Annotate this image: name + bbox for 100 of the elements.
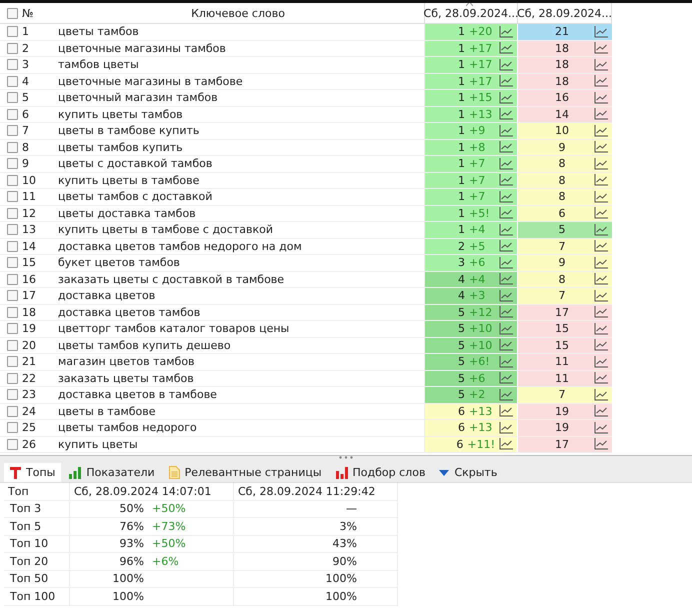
- checkbox[interactable]: [7, 306, 18, 318]
- position-cell: 11: [518, 370, 612, 387]
- checkbox[interactable]: [7, 158, 18, 170]
- column-header: Топ: [4, 483, 70, 500]
- chart-icon[interactable]: [594, 158, 608, 170]
- chart-icon[interactable]: [594, 422, 608, 434]
- position-cell: 5 +6!: [425, 354, 518, 370]
- checkbox[interactable]: [7, 42, 18, 54]
- chart-icon[interactable]: [594, 174, 608, 186]
- column-header[interactable]: Сб, 28.09.2024...: [424, 6, 518, 20]
- chart-icon[interactable]: [499, 190, 513, 203]
- chart-icon[interactable]: [594, 58, 608, 71]
- chart-icon[interactable]: [499, 339, 513, 352]
- chart-icon[interactable]: [499, 92, 513, 104]
- chart-icon[interactable]: [594, 405, 608, 418]
- chart-icon[interactable]: [594, 388, 608, 401]
- column-header[interactable]: Сб, 28.09.2024...: [517, 6, 612, 20]
- tab[interactable]: Релевантные страницы: [162, 463, 328, 482]
- checkbox[interactable]: [7, 142, 18, 153]
- chart-icon[interactable]: [499, 158, 513, 170]
- checkbox[interactable]: [7, 59, 18, 70]
- checkbox[interactable]: [7, 372, 18, 384]
- chart-icon[interactable]: [499, 26, 513, 38]
- checkbox[interactable]: [7, 125, 18, 136]
- keyword-cell: цветы тамбов с доставкой: [58, 190, 212, 204]
- tab[interactable]: Подбор слов: [330, 463, 432, 482]
- chart-icon[interactable]: [594, 108, 608, 120]
- position-cell: 7: [518, 238, 612, 255]
- chart-icon[interactable]: [594, 372, 608, 384]
- chart-icon[interactable]: [499, 273, 513, 286]
- chart-icon[interactable]: [499, 174, 513, 186]
- checkbox[interactable]: [7, 92, 18, 104]
- checkbox[interactable]: [7, 191, 18, 202]
- column-header[interactable]: Ключевое слово: [191, 6, 285, 20]
- chart-icon[interactable]: [499, 290, 513, 302]
- chart-icon[interactable]: [499, 388, 513, 401]
- chart-icon[interactable]: [594, 207, 608, 220]
- chart-icon[interactable]: [594, 190, 608, 203]
- chart-icon[interactable]: [499, 422, 513, 434]
- chart-icon[interactable]: [594, 290, 608, 302]
- chart-icon[interactable]: [499, 322, 513, 335]
- checkbox[interactable]: [7, 240, 18, 252]
- checkbox[interactable]: [7, 323, 18, 334]
- chart-icon[interactable]: [499, 256, 513, 269]
- chart-icon[interactable]: [594, 339, 608, 352]
- checkbox[interactable]: [7, 108, 18, 120]
- chart-icon[interactable]: [499, 108, 513, 120]
- chart-icon[interactable]: [499, 58, 513, 71]
- chart-icon[interactable]: [594, 92, 608, 104]
- checkbox[interactable]: [7, 438, 18, 450]
- chart-icon[interactable]: [594, 124, 608, 137]
- keyword-cell: доставка цветов в тамбове: [58, 388, 217, 402]
- chart-icon[interactable]: [499, 124, 513, 137]
- checkbox[interactable]: [7, 224, 18, 236]
- chart-icon[interactable]: [499, 75, 513, 88]
- tab[interactable]: Топы: [4, 463, 62, 482]
- chart-icon[interactable]: [499, 405, 513, 418]
- checkbox[interactable]: [7, 8, 18, 18]
- checkbox[interactable]: [7, 340, 18, 351]
- chart-icon[interactable]: [594, 42, 608, 54]
- chart-icon[interactable]: [594, 322, 608, 335]
- checkbox[interactable]: [7, 406, 18, 417]
- chart-icon[interactable]: [499, 372, 513, 384]
- checkbox[interactable]: [7, 174, 18, 186]
- chart-icon[interactable]: [499, 240, 513, 252]
- checkbox[interactable]: [7, 389, 18, 400]
- chart-icon[interactable]: [594, 141, 608, 154]
- chart-icon[interactable]: [594, 273, 608, 286]
- chart-icon[interactable]: [499, 141, 513, 154]
- chart-icon[interactable]: [499, 438, 513, 450]
- splitter-handle-icon[interactable]: [339, 456, 353, 459]
- checkbox[interactable]: [7, 257, 18, 268]
- chart-icon[interactable]: [594, 306, 608, 318]
- row-number: 11: [22, 190, 36, 204]
- chart-icon[interactable]: [499, 306, 513, 318]
- chart-icon[interactable]: [594, 75, 608, 88]
- chart-icon[interactable]: [594, 240, 608, 252]
- checkbox[interactable]: [7, 208, 18, 219]
- chart-icon[interactable]: [499, 42, 513, 54]
- column-header[interactable]: №: [22, 6, 34, 20]
- tab[interactable]: Показатели: [63, 463, 161, 482]
- chart-icon[interactable]: [594, 438, 608, 450]
- chart-icon[interactable]: [499, 356, 513, 368]
- checkbox[interactable]: [7, 76, 18, 87]
- chart-icon[interactable]: [594, 356, 608, 368]
- checkbox[interactable]: [7, 356, 18, 368]
- row-number: 18: [22, 306, 36, 319]
- position-cell: 2 +5: [425, 238, 518, 255]
- tab[interactable]: Скрыть: [433, 463, 504, 482]
- chart-icon[interactable]: [499, 224, 513, 236]
- position-cell: 5 +10: [425, 338, 518, 354]
- checkbox[interactable]: [7, 26, 18, 38]
- checkbox[interactable]: [7, 422, 18, 434]
- chart-icon[interactable]: [499, 207, 513, 220]
- chart-icon[interactable]: [594, 224, 608, 236]
- chart-icon[interactable]: [594, 26, 608, 38]
- checkbox[interactable]: [7, 290, 18, 302]
- position-cell: 10: [518, 123, 612, 140]
- checkbox[interactable]: [7, 274, 18, 285]
- chart-icon[interactable]: [594, 256, 608, 269]
